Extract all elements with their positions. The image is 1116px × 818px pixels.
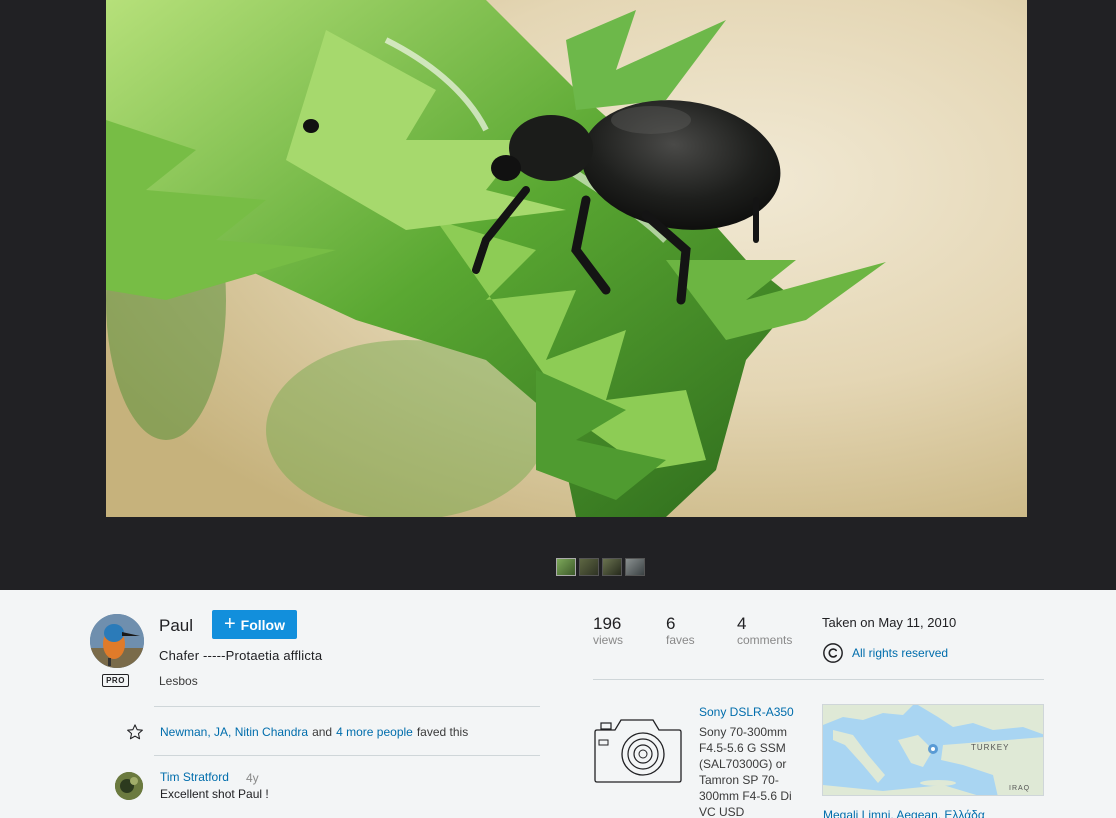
owner-avatar[interactable] — [90, 614, 144, 668]
stat-comments-label: comments — [737, 633, 793, 647]
stat-faves-label: faves — [666, 633, 695, 647]
location-map[interactable]: TURKEY IRAQ — [822, 704, 1044, 796]
photo-info-panel: PRO Paul + Follow Chafer -----Protaetia … — [0, 590, 1116, 818]
main-photo[interactable] — [106, 0, 1027, 517]
more-faves-link[interactable]: 4 more people — [336, 725, 413, 739]
photo-image — [106, 0, 1027, 517]
camera-link[interactable]: Sony DSLR-A350 — [699, 705, 794, 719]
comment-age: 4y — [246, 771, 259, 785]
faved-by-user-link[interactable]: Newman, JA — [160, 725, 228, 739]
license-label: All rights reserved — [852, 646, 949, 660]
map-label: IRAQ — [1009, 785, 1031, 792]
pro-badge: PRO — [102, 674, 129, 687]
photo-thumbnail-strip — [556, 558, 645, 576]
stat-views-value: 196 — [593, 614, 622, 633]
divider — [154, 755, 540, 756]
thumbnail[interactable] — [579, 558, 599, 576]
faved-by-user-link[interactable]: Nitin Chandra — [235, 725, 308, 739]
follow-button[interactable]: + Follow — [212, 610, 297, 639]
thumbnail[interactable] — [556, 558, 576, 576]
faves-joiner: and — [312, 725, 333, 739]
photo-description: Lesbos — [159, 674, 198, 688]
map-image — [823, 705, 1043, 795]
photo-stage — [0, 0, 1116, 590]
camera-icon[interactable] — [593, 710, 683, 786]
stat-views: 196 views — [593, 614, 623, 647]
divider — [593, 679, 1044, 680]
faves-summary: Newman, JA, Nitin Chandra and 4 more peo… — [126, 723, 468, 741]
stat-faves[interactable]: 6 faves — [666, 614, 695, 647]
star-icon[interactable] — [126, 723, 144, 741]
thumbnail[interactable] — [602, 558, 622, 576]
stat-comments-value: 4 — [737, 614, 747, 633]
follow-label: Follow — [240, 616, 285, 633]
stat-comments[interactable]: 4 comments — [737, 614, 792, 647]
stat-faves-value: 6 — [666, 614, 676, 633]
photo-title: Chafer -----Protaetia afflicta — [159, 648, 323, 663]
comment-text: Excellent shot Paul ! — [160, 787, 269, 801]
faves-suffix: faved this — [416, 725, 469, 739]
owner-name[interactable]: Paul — [159, 616, 193, 636]
thumbnail[interactable] — [625, 558, 645, 576]
copyright-icon — [823, 643, 843, 663]
plus-icon: + — [223, 612, 236, 635]
license-info[interactable]: All rights reserved — [822, 642, 948, 664]
comment-author-link[interactable]: Tim Stratford — [160, 770, 229, 784]
divider — [154, 706, 540, 707]
stat-views-label: views — [593, 633, 624, 647]
map-label: TURKEY — [971, 743, 1010, 752]
location-link[interactable]: Megali Limni, Aegean, Ελλάδα — [823, 808, 985, 818]
commenter-avatar[interactable] — [115, 772, 143, 800]
lens-info: Sony 70-300mm F4.5-5.6 G SSM (SAL70300G)… — [699, 725, 792, 818]
date-taken[interactable]: Taken on May 11, 2010 — [822, 615, 956, 630]
